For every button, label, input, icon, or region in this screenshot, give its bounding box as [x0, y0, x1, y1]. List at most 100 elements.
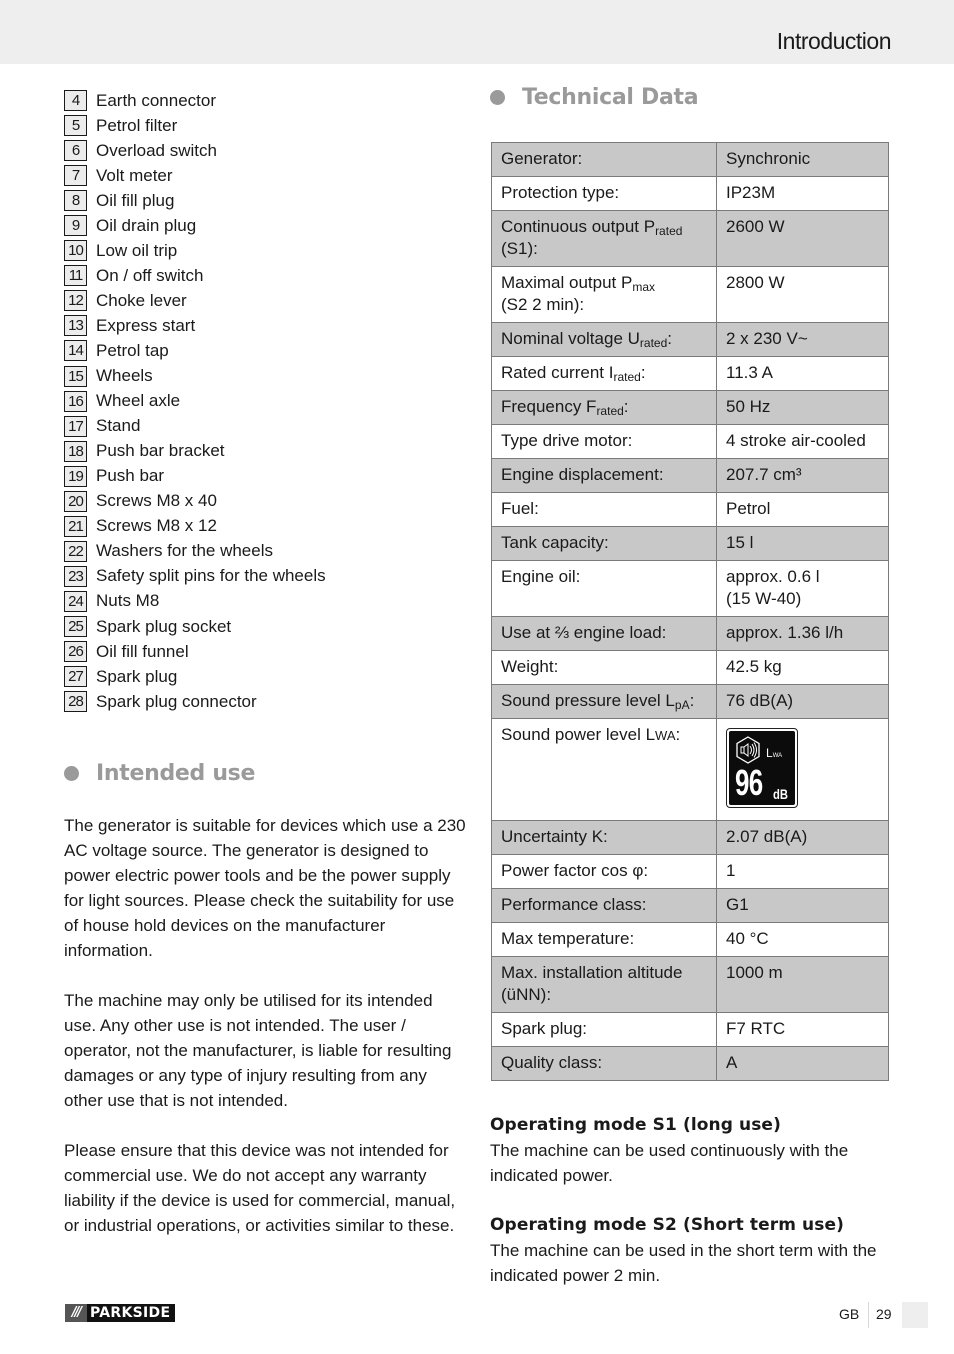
operating-mode-title: Operating mode S2 (Short term use) — [490, 1215, 844, 1235]
spec-key-subscript: pA — [674, 698, 690, 712]
spec-value-line: approx. 0.6 l — [726, 567, 820, 586]
spec-value: 2600 W — [716, 210, 889, 267]
bullet-icon — [64, 766, 79, 781]
spec-key-smallcaps: WA — [655, 728, 676, 743]
sound-power-badge-inner: LWA 96 dB — [729, 731, 795, 805]
table-row: Type drive motor: 4 stroke air-cooled — [491, 424, 889, 459]
spec-key: Sound power level LWA: — [491, 718, 717, 821]
spec-value: Petrol — [716, 492, 889, 527]
part-number: 9 — [64, 215, 87, 237]
intended-use-title: Intended use — [96, 761, 256, 786]
spec-value: Synchronic — [716, 142, 889, 177]
language-code: GB — [839, 1306, 860, 1322]
part-number: 6 — [64, 140, 87, 162]
spec-key: Sound pressure level LpA: — [491, 684, 717, 719]
part-label: Screws M8 x 40 — [96, 491, 217, 511]
operating-mode-s2: Operating mode S2 (Short term use) The m… — [490, 1213, 900, 1288]
footer-divider — [868, 1302, 869, 1328]
part-label: Safety split pins for the wheels — [96, 566, 326, 586]
spec-key: Fuel: — [491, 492, 717, 527]
table-row: Uncertainty K: 2.07 dB(A) — [491, 820, 889, 855]
spec-value: approx. 0.6 l (15 W-40) — [716, 560, 889, 617]
table-row: Nominal voltage Urated: 2 x 230 V~ — [491, 322, 889, 357]
table-row: Engine displacement: 207.7 cm³ — [491, 458, 889, 493]
list-item: 23 Safety split pins for the wheels — [64, 564, 464, 589]
list-item: 25 Spark plug socket — [64, 614, 464, 639]
spec-value: F7 RTC — [716, 1012, 889, 1047]
list-item: 28 Spark plug connector — [64, 689, 464, 714]
table-row: Continuous output Prated (S1): 2600 W — [491, 210, 889, 267]
part-label: Spark plug connector — [96, 691, 257, 711]
part-label: Volt meter — [96, 165, 173, 185]
brand-name: PARKSIDE — [87, 1304, 176, 1322]
spec-key-main: Sound power level L — [501, 725, 656, 744]
spec-key: Performance class: — [491, 888, 717, 923]
spec-key-subscript: rated — [655, 224, 683, 238]
spec-value: 2 x 230 V~ — [716, 322, 889, 357]
list-item: 6 Overload switch — [64, 138, 464, 163]
part-number: 15 — [64, 365, 87, 387]
header-band: Introduction — [0, 0, 954, 64]
sound-power-badge: LWA 96 dB — [726, 728, 798, 808]
spec-key-tail: (S1): — [501, 239, 538, 258]
table-row: Sound pressure level LpA: 76 dB(A) — [491, 684, 889, 719]
spec-key-tail: : — [689, 691, 695, 710]
badge-value: 96 — [735, 762, 763, 803]
spec-key-main: Frequency F — [501, 397, 597, 416]
part-number: 17 — [64, 415, 87, 437]
speaker-hexagon-icon — [736, 736, 760, 764]
part-label: Express start — [96, 315, 196, 335]
spec-value: IP23M — [716, 176, 889, 211]
spec-value: 15 l — [716, 526, 889, 561]
list-item: 24 Nuts M8 — [64, 589, 464, 614]
page-number: 29 — [876, 1306, 892, 1322]
part-label: Oil drain plug — [96, 215, 197, 235]
part-label: Nuts M8 — [96, 591, 160, 611]
spec-key-subscript: rated — [596, 404, 624, 418]
spec-key: Nominal voltage Urated: — [491, 322, 717, 357]
page-title: Introduction — [776, 28, 892, 54]
table-row: Performance class: G1 — [491, 888, 889, 923]
list-item: 5 Petrol filter — [64, 113, 464, 138]
part-number: 11 — [64, 265, 87, 287]
spec-key-main: Continuous output P — [501, 217, 656, 236]
part-label: Spark plug — [96, 666, 178, 686]
list-item: 18 Push bar bracket — [64, 439, 464, 464]
technical-data-title: Technical Data — [522, 85, 699, 110]
technical-data-table: Generator: Synchronic Protection type: I… — [491, 142, 889, 1081]
part-label: Petrol filter — [96, 115, 178, 135]
spec-value: 11.3 A — [716, 356, 889, 391]
part-number: 8 — [64, 190, 87, 212]
spec-key-main: Maximal output P — [501, 273, 633, 292]
part-number: 20 — [64, 490, 87, 512]
part-label: Push bar — [96, 466, 165, 486]
spec-key: Quality class: — [491, 1046, 717, 1081]
bullet-icon — [490, 90, 505, 105]
list-item: 21 Screws M8 x 12 — [64, 514, 464, 539]
list-item: 16 Wheel axle — [64, 389, 464, 414]
spec-key: Tank capacity: — [491, 526, 717, 561]
part-number: 5 — [64, 115, 87, 137]
list-item: 8 Oil fill plug — [64, 188, 464, 213]
intended-use-paragraph: The generator is suitable for devices wh… — [64, 816, 466, 960]
spec-key-tail: : — [675, 725, 681, 744]
spec-key: Rated current Irated: — [491, 356, 717, 391]
table-row: Tank capacity: 15 l — [491, 526, 889, 561]
part-label: Push bar bracket — [96, 441, 225, 461]
spec-value: LWA 96 dB — [716, 718, 889, 821]
operating-mode-s1: Operating mode S1 (long use) The machine… — [490, 1113, 900, 1188]
part-label: Earth connector — [96, 90, 217, 110]
technical-data-heading: Technical Data — [490, 85, 699, 110]
intended-use-paragraph: The machine may only be utilised for its… — [64, 991, 452, 1110]
table-row: Use at ⅔ engine load: approx. 1.36 l/h — [491, 616, 889, 651]
part-number: 23 — [64, 565, 87, 587]
spec-key: Max. installation altitude (üNN): — [491, 956, 717, 1013]
spec-value: G1 — [716, 888, 889, 923]
spec-value: 1000 m — [716, 956, 889, 1013]
part-label: On / off switch — [96, 265, 204, 285]
spec-value: 76 dB(A) — [716, 684, 889, 719]
spec-key: Power factor cos φ: — [491, 854, 717, 889]
table-row: Power factor cos φ: 1 — [491, 854, 889, 889]
spec-key-tail: (S2 2 min): — [501, 295, 585, 314]
part-number: 13 — [64, 315, 87, 337]
